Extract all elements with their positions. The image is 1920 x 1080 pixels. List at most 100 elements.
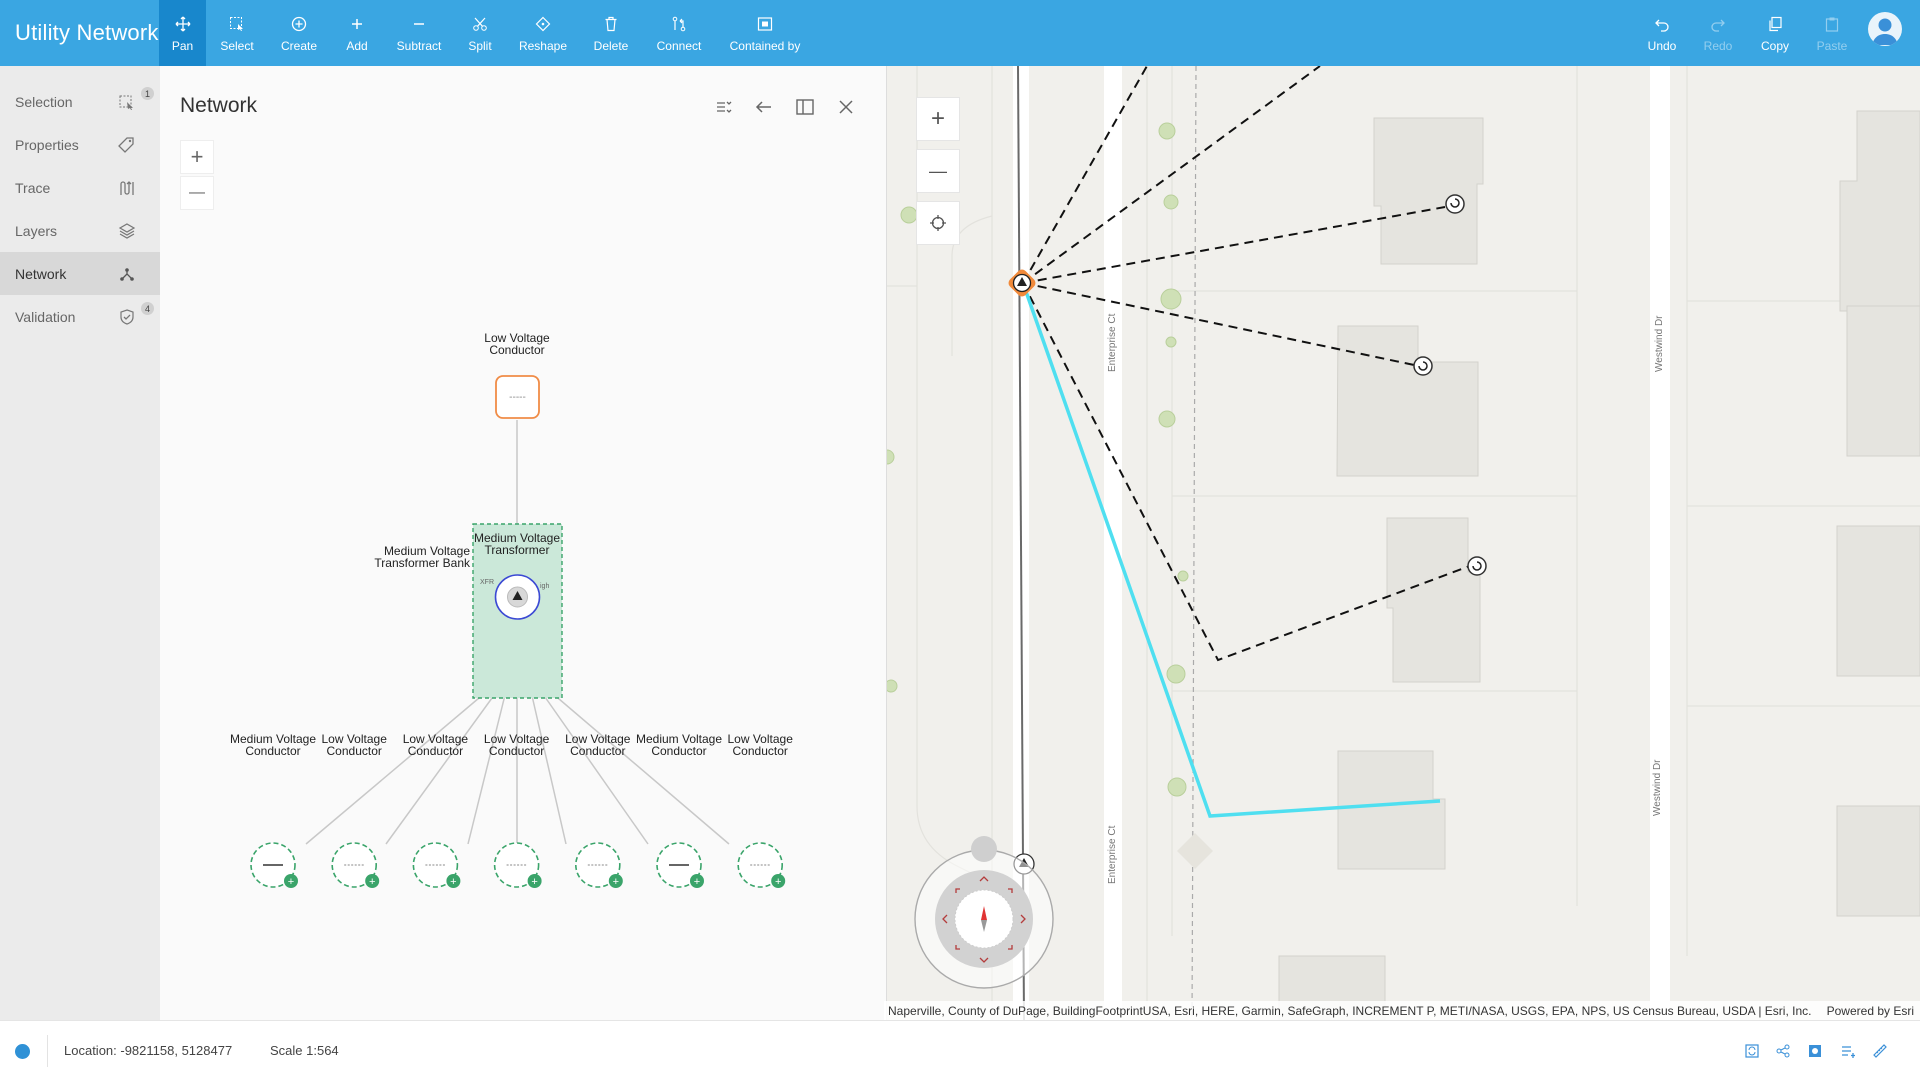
- reshape-label: Reshape: [518, 39, 568, 53]
- expand-plus-symbol: +: [694, 876, 700, 888]
- locate-button[interactable]: [916, 201, 960, 245]
- building: [1836, 525, 1920, 677]
- subtract-label: Subtract: [396, 39, 442, 53]
- sidebar-item-layers[interactable]: Layers: [0, 209, 160, 252]
- share-icon[interactable]: [1775, 1043, 1791, 1059]
- status-divider: [47, 1035, 48, 1067]
- undo-label: Undo: [1647, 39, 1677, 53]
- building: [1839, 110, 1920, 312]
- select-icon: [226, 13, 248, 35]
- redo-icon: [1707, 13, 1729, 35]
- expand-plus-symbol: +: [613, 876, 619, 888]
- conductor-node[interactable]: +: [737, 842, 786, 888]
- powered-by-link[interactable]: Powered by Esri: [1827, 1001, 1914, 1021]
- transformer-map-symbol[interactable]: [1006, 267, 1037, 298]
- sidebar-item-trace[interactable]: Trace: [0, 166, 160, 209]
- layers-icon: [118, 222, 136, 239]
- add-label: Add: [346, 39, 368, 53]
- selection-icon: [119, 95, 133, 110]
- sidebar-item-label: Validation: [15, 308, 76, 325]
- user-avatar[interactable]: [1868, 12, 1902, 46]
- paste-icon: [1821, 13, 1843, 35]
- select-label: Select: [220, 39, 254, 53]
- create-button[interactable]: Create: [276, 0, 322, 66]
- redo-button[interactable]: Redo: [1703, 0, 1733, 66]
- transformer-label: Medium Voltage Transformer: [473, 531, 561, 557]
- validation-icon: [120, 308, 134, 325]
- dock-panel-icon[interactable]: [794, 96, 816, 118]
- sidebar-item-properties[interactable]: Properties: [0, 123, 160, 166]
- sidebar-item-network[interactable]: Network: [0, 252, 160, 295]
- undo-button[interactable]: Undo: [1645, 0, 1679, 66]
- connect-label: Connect: [656, 39, 702, 53]
- paste-button[interactable]: Paste: [1816, 0, 1848, 66]
- sidebar-item-label: Selection: [15, 93, 73, 110]
- building: [1337, 750, 1446, 870]
- reshape-button[interactable]: Reshape: [516, 0, 570, 66]
- conductor-node[interactable]: +: [574, 842, 623, 888]
- sidebar-item-validation[interactable]: Validation 4: [0, 295, 160, 338]
- sync-icon[interactable]: [1744, 1043, 1760, 1059]
- expand-plus-symbol: +: [450, 876, 456, 888]
- contained-by-button[interactable]: Contained by: [726, 0, 804, 66]
- measure-ruler-icon[interactable]: [1872, 1043, 1888, 1059]
- map-zoom-in-button[interactable]: +: [916, 97, 960, 141]
- diagram-zoom-in-button[interactable]: +: [180, 140, 214, 174]
- service-point[interactable]: [1413, 356, 1433, 376]
- back-arrow-icon[interactable]: [753, 96, 775, 118]
- app-status-icon[interactable]: [15, 1044, 30, 1059]
- basemap-toggle-icon[interactable]: [1807, 1043, 1823, 1059]
- connect-icon: [668, 13, 690, 35]
- subtract-button[interactable]: Subtract: [394, 0, 444, 66]
- conductor-node[interactable]: +: [250, 842, 298, 888]
- service-point[interactable]: [1467, 556, 1487, 576]
- diagram-zoom-out-button[interactable]: —: [180, 176, 214, 210]
- conductor-node[interactable]: +: [656, 842, 704, 888]
- map-zoom-out-button[interactable]: —: [916, 149, 960, 193]
- child-nodes: + + + + + + +: [250, 842, 786, 888]
- app-title: Utility Network: [15, 20, 159, 45]
- parcel-boundary: [1191, 66, 1197, 1020]
- pan-label: Pan: [171, 39, 194, 53]
- subtract-icon: [408, 13, 430, 35]
- close-icon[interactable]: [835, 96, 857, 118]
- list-options-icon[interactable]: [712, 96, 734, 118]
- conductor-node-label: Low Voltage Conductor: [727, 732, 793, 758]
- copy-label: Copy: [1760, 39, 1789, 53]
- location-readout: Location: -9821158, 5128477: [64, 1043, 233, 1058]
- tilt-handle[interactable]: [971, 836, 997, 862]
- copy-icon: [1764, 13, 1786, 35]
- map-view[interactable]: Enterprise Ct Enterprise Ct Westwind Dr …: [887, 66, 1920, 1020]
- conductor-node[interactable]: +: [493, 842, 542, 888]
- pan-button[interactable]: Pan: [159, 0, 206, 66]
- panel-title: Network: [180, 94, 258, 117]
- split-icon: [469, 13, 491, 35]
- delete-button[interactable]: Delete: [591, 0, 631, 66]
- conductor-node[interactable]: +: [412, 842, 461, 888]
- settings-list-icon[interactable]: [1840, 1043, 1856, 1059]
- sidebar: Selection 1 Properties Trace Layers Netw…: [0, 66, 160, 1020]
- redo-label: Redo: [1703, 39, 1733, 53]
- street-label: Westwind Dr: [1654, 315, 1665, 372]
- copy-button[interactable]: Copy: [1758, 0, 1792, 66]
- locate-crosshair-icon: [930, 215, 946, 231]
- delete-icon: [600, 13, 622, 35]
- create-icon: [288, 13, 310, 35]
- split-label: Split: [468, 39, 492, 53]
- add-button[interactable]: Add: [340, 0, 374, 66]
- service-point[interactable]: [1445, 194, 1465, 214]
- connect-button[interactable]: Connect: [655, 0, 703, 66]
- status-bar: Location: -9821158, 5128477 Scale 1:564: [0, 1020, 1920, 1080]
- building: [1373, 117, 1484, 265]
- sidebar-item-selection[interactable]: Selection 1: [0, 80, 160, 123]
- reshape-icon: [532, 13, 554, 35]
- network-icon: [120, 267, 134, 281]
- map-feature: [1177, 833, 1213, 869]
- conductor-node[interactable]: +: [331, 842, 380, 888]
- sidebar-item-label: Layers: [15, 222, 58, 239]
- building: [1846, 305, 1920, 457]
- create-label: Create: [280, 39, 318, 53]
- select-button[interactable]: Select: [214, 0, 260, 66]
- split-button[interactable]: Split: [464, 0, 496, 66]
- building: [1336, 325, 1479, 477]
